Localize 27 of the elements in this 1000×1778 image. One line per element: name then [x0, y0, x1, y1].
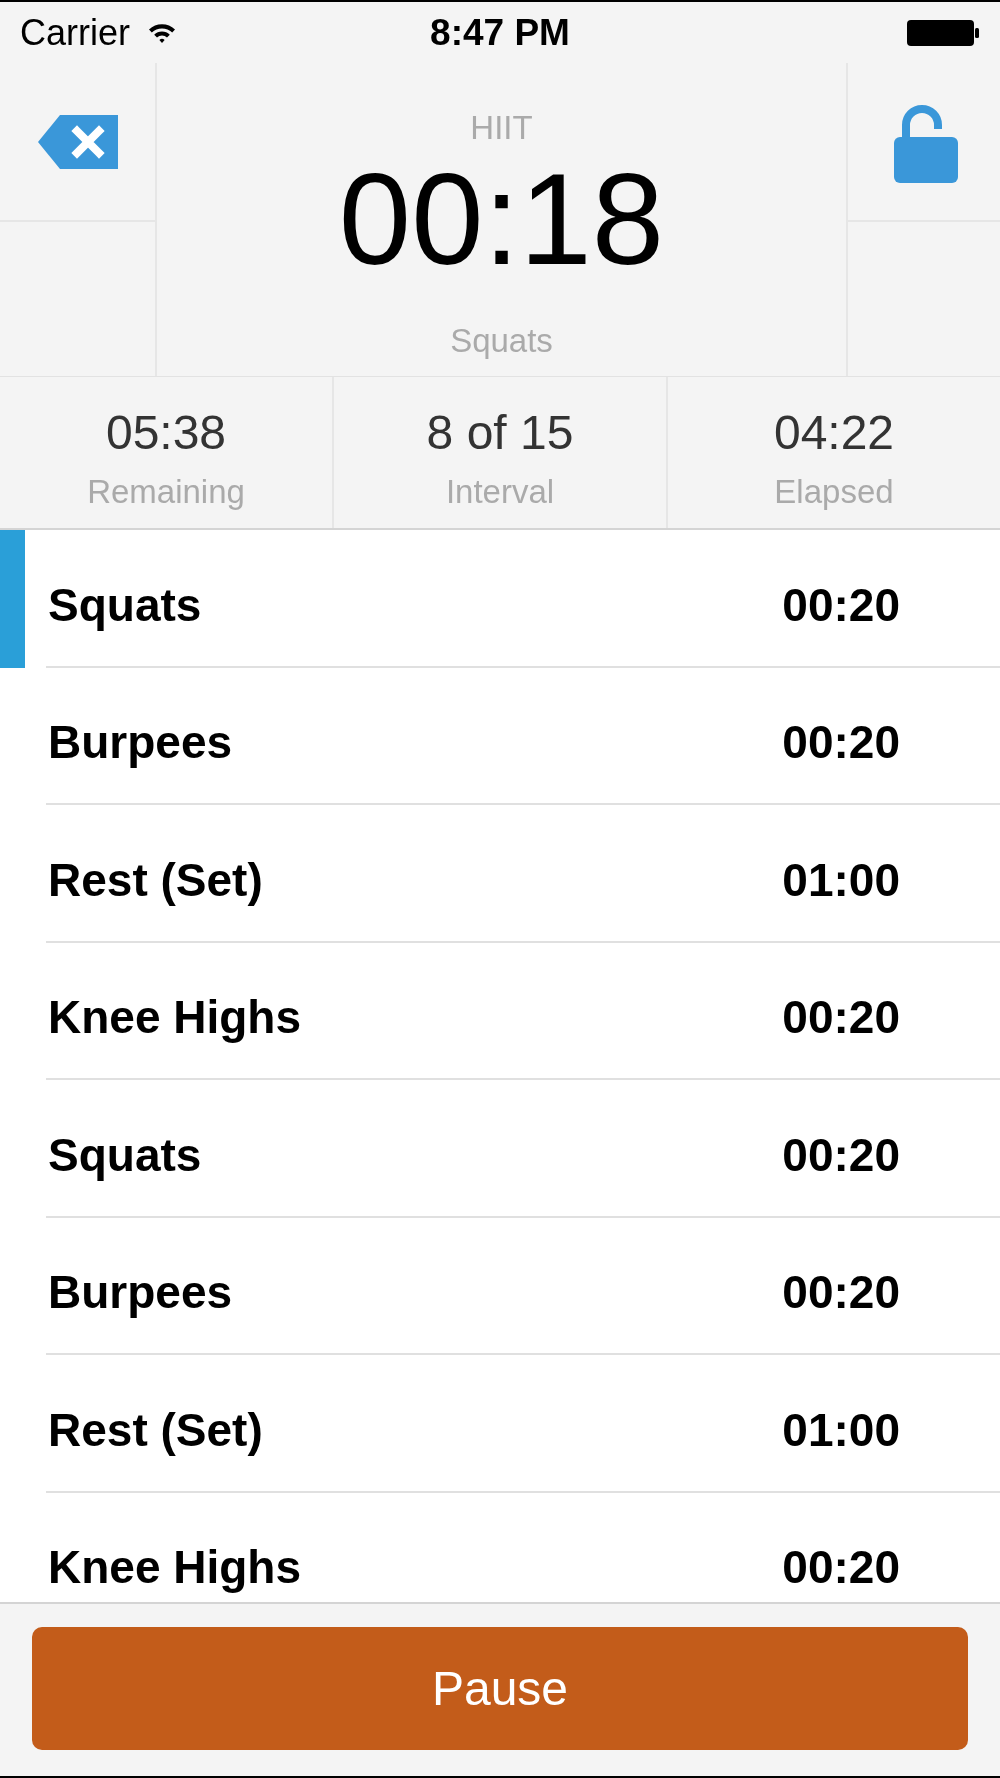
clock-time: 8:47 PM — [430, 14, 570, 51]
stat-value: 04:22 — [773, 409, 895, 457]
pause-button[interactable]: Pause — [32, 1627, 968, 1750]
current-exercise: Squats — [450, 324, 553, 357]
interval-name[interactable]: Burpees — [48, 719, 233, 766]
interval-duration: 01:00 — [782, 856, 900, 903]
interval-duration: 00:20 — [782, 1544, 900, 1591]
interval-duration: 00:20 — [782, 1269, 900, 1316]
timer-display: 00:18 — [338, 154, 665, 284]
interval-name[interactable]: Knee Highs — [48, 994, 302, 1041]
stat-label: Elapsed — [774, 475, 894, 508]
interval-name[interactable]: Knee Highs — [48, 1544, 302, 1591]
interval-duration: 00:20 — [782, 1131, 900, 1178]
stat-value: 8 of 15 — [426, 409, 574, 457]
delete-icon[interactable] — [37, 114, 118, 169]
stat-value: 05:38 — [105, 409, 227, 457]
interval-duration: 00:20 — [782, 994, 900, 1041]
interval-duration: 00:20 — [782, 581, 900, 628]
interval-duration: 00:20 — [782, 719, 900, 766]
interval-duration: 01:00 — [782, 1406, 900, 1453]
stat-label: Interval — [445, 475, 555, 508]
unlocked-padlock-icon[interactable] — [894, 104, 958, 183]
interval-name[interactable]: Burpees — [48, 1269, 233, 1316]
workout-title: HIIT — [470, 111, 533, 144]
battery-icon — [906, 18, 980, 47]
stat-label: Remaining — [87, 475, 245, 508]
carrier-label: Carrier — [20, 14, 130, 51]
